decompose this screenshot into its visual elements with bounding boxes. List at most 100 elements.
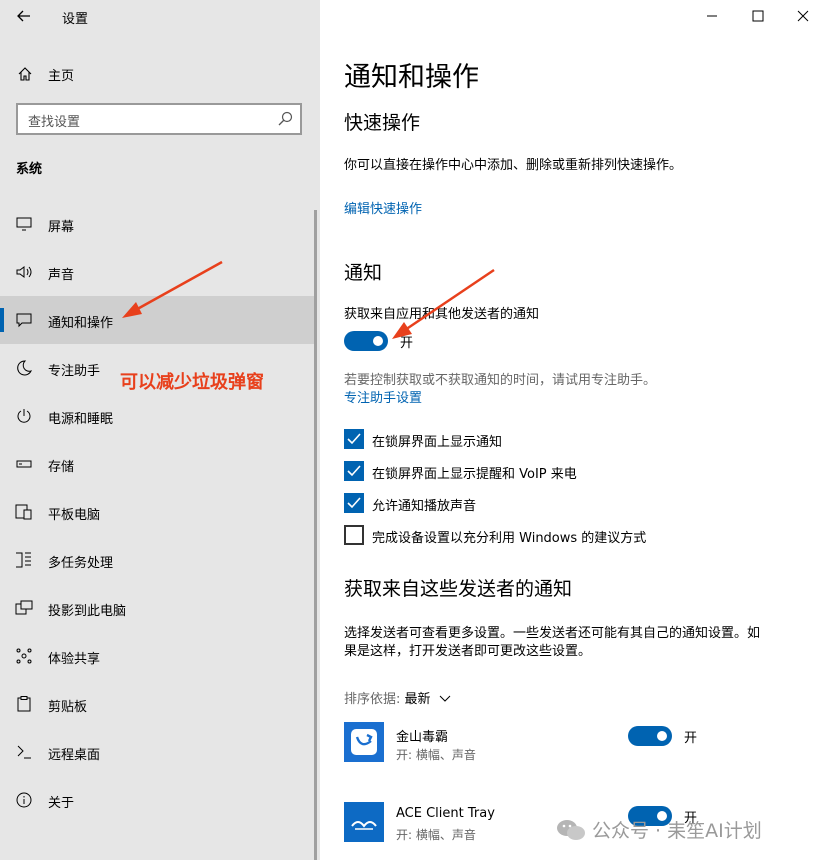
senders-desc-line1: 选择发送者可查看更多设置。一些发送者还可能有其自己的通知设置。如 xyxy=(344,626,761,641)
checkbox-label: 允许通知播放声音 xyxy=(372,499,477,514)
quick-actions-heading: 快速操作 xyxy=(344,112,421,134)
sender-row[interactable]: 金山毒霸 开: 横幅、声音 开 xyxy=(344,722,804,766)
checkbox-label: 完成设备设置以充分利用 Windows 的建议方式 xyxy=(372,531,647,546)
focus-assist-settings-link[interactable]: 专注助手设置 xyxy=(344,387,422,406)
sender-status: 开: 横幅、声音 xyxy=(396,828,476,842)
checkmark-icon xyxy=(347,465,361,477)
sidebar: 设置 主页 查找设置 系统 屏幕 声音 通知和操作 专注助手 电源和睡眠 存储 … xyxy=(0,0,320,860)
checkbox-row[interactable]: 允许通知播放声音 xyxy=(344,493,804,515)
maximize-icon xyxy=(752,10,764,22)
sidebar-item-multitasking[interactable]: 多任务处理 xyxy=(0,536,316,584)
close-icon xyxy=(797,10,809,22)
minimize-icon xyxy=(707,15,717,17)
sender-toggle-state: 开 xyxy=(684,731,698,746)
notifications-toggle[interactable] xyxy=(344,331,388,351)
checkbox-row[interactable]: 在锁屏界面上显示提醒和 VoIP 来电 xyxy=(344,461,804,483)
sidebar-item-shared[interactable]: 体验共享 xyxy=(0,632,316,680)
search-icon xyxy=(278,111,293,126)
notifications-toggle-state: 开 xyxy=(400,336,414,351)
checkbox-unchecked[interactable] xyxy=(344,525,364,545)
senders-desc-line2: 果是这样，打开发送者即可更改这些设置。 xyxy=(344,644,592,659)
tablet-icon xyxy=(14,502,34,522)
storage-icon xyxy=(14,454,34,474)
chevron-down-icon xyxy=(439,695,451,702)
back-arrow-icon xyxy=(17,10,30,22)
checkbox-checked[interactable] xyxy=(344,429,364,449)
minimize-button[interactable] xyxy=(700,4,724,28)
sidebar-item-label: 多任务处理 xyxy=(48,556,114,571)
sidebar-item-label: 平板电脑 xyxy=(48,508,101,523)
sidebar-item-label: 剪贴板 xyxy=(48,700,88,715)
monitor-icon xyxy=(14,214,34,234)
search-input[interactable]: 查找设置 xyxy=(16,103,302,135)
sender-status: 开: 横幅、声音 xyxy=(396,748,476,762)
sidebar-item-about[interactable]: 关于 xyxy=(0,776,316,824)
edit-quick-actions-link[interactable]: 编辑快速操作 xyxy=(344,198,422,217)
power-icon xyxy=(14,406,34,426)
sidebar-item-power[interactable]: 电源和睡眠 xyxy=(0,392,316,440)
sidebar-item-label: 电源和睡眠 xyxy=(48,412,114,427)
close-button[interactable] xyxy=(791,4,815,28)
sidebar-scrollbar[interactable] xyxy=(314,210,317,860)
home-icon xyxy=(16,65,34,83)
sidebar-item-label: 关于 xyxy=(48,796,75,811)
sidebar-item-label: 投影到此电脑 xyxy=(48,604,127,619)
sidebar-item-label: 屏幕 xyxy=(48,220,75,235)
sort-control[interactable]: 排序依据: 最新 xyxy=(344,688,451,707)
sidebar-item-label: 存储 xyxy=(48,460,75,475)
sidebar-item-notifications[interactable]: 通知和操作 xyxy=(0,296,316,344)
sidebar-item-remote-desktop[interactable]: 远程桌面 xyxy=(0,728,316,776)
sidebar-item-storage[interactable]: 存储 xyxy=(0,440,316,488)
annotation-text: 可以减少垃圾弹窗 xyxy=(120,372,264,393)
sidebar-item-tablet[interactable]: 平板电脑 xyxy=(0,488,316,536)
page-title: 通知和操作 xyxy=(344,62,479,93)
sort-label: 排序依据: xyxy=(344,692,401,707)
sidebar-item-label: 通知和操作 xyxy=(48,316,114,331)
sidebar-item-label: 声音 xyxy=(48,268,75,283)
wechat-icon xyxy=(557,819,585,840)
sender-name: ACE Client Tray xyxy=(396,806,495,821)
moon-icon xyxy=(14,358,34,378)
jinshan-app-icon xyxy=(344,722,384,762)
sidebar-item-label: 体验共享 xyxy=(48,652,101,667)
app-title: 设置 xyxy=(62,12,89,27)
quick-actions-desc: 你可以直接在操作中心中添加、删除或重新排列快速操作。 xyxy=(344,158,683,173)
title-bar: 设置 xyxy=(0,0,320,34)
sidebar-item-clipboard[interactable]: 剪贴板 xyxy=(0,680,316,728)
senders-heading: 获取来自这些发送者的通知 xyxy=(344,578,573,600)
watermark: 公众号 · 耒笙AI计划 xyxy=(556,816,762,843)
notification-icon xyxy=(14,310,34,330)
sort-value: 最新 xyxy=(404,692,431,707)
checkbox-row[interactable]: 在锁屏界面上显示通知 xyxy=(344,429,804,451)
notifications-heading: 通知 xyxy=(344,262,383,284)
section-title: 系统 xyxy=(16,162,43,177)
sidebar-item-label: 主页 xyxy=(48,69,75,84)
checkmark-icon xyxy=(347,433,361,445)
sidebar-item-label: 远程桌面 xyxy=(48,748,101,763)
sidebar-item-project[interactable]: 投影到此电脑 xyxy=(0,584,316,632)
checkbox-label: 在锁屏界面上显示提醒和 VoIP 来电 xyxy=(372,467,577,482)
ace-app-icon xyxy=(344,802,384,842)
info-icon xyxy=(14,790,34,810)
sidebar-nav: 屏幕 声音 通知和操作 专注助手 电源和睡眠 存储 平板电脑 多任务处理 投影到… xyxy=(0,200,320,824)
sender-name: 金山毒霸 xyxy=(396,730,449,745)
clipboard-icon xyxy=(14,694,34,714)
checkbox-checked[interactable] xyxy=(344,461,364,481)
search-placeholder: 查找设置 xyxy=(28,115,81,130)
watermark-text: 公众号 · 耒笙AI计划 xyxy=(592,820,762,842)
sidebar-item-display[interactable]: 屏幕 xyxy=(0,200,316,248)
back-button[interactable] xyxy=(12,4,36,28)
notifications-toggle-caption: 获取来自应用和其他发送者的通知 xyxy=(344,307,540,322)
sender-toggle[interactable] xyxy=(628,726,672,746)
checkbox-row[interactable]: 完成设备设置以充分利用 Windows 的建议方式 xyxy=(344,525,804,547)
checkbox-checked[interactable] xyxy=(344,493,364,513)
share-icon xyxy=(14,646,34,666)
maximize-button[interactable] xyxy=(746,4,770,28)
focus-assist-hint: 若要控制获取或不获取通知的时间，请试用专注助手。 xyxy=(344,373,657,388)
sidebar-item-sound[interactable]: 声音 xyxy=(0,248,316,296)
speaker-icon xyxy=(14,262,34,282)
sidebar-item-label: 专注助手 xyxy=(48,364,101,379)
checkmark-icon xyxy=(347,497,361,509)
remote-desktop-icon xyxy=(14,742,34,762)
sidebar-item-home[interactable]: 主页 xyxy=(0,58,320,90)
